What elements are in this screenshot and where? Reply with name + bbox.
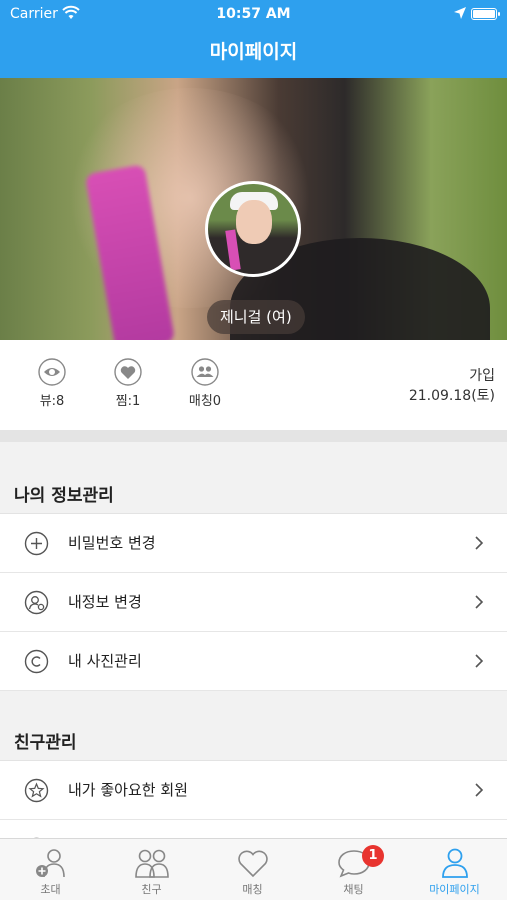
chevron-right-icon [475, 536, 484, 550]
location-arrow-icon [454, 7, 466, 19]
tab-invite[interactable]: 초대 [0, 839, 101, 900]
heart-icon [114, 358, 142, 386]
friends-icon [134, 849, 169, 878]
battery-icon [471, 8, 500, 20]
menu-item-photo-manage[interactable]: 내 사진관리 [0, 632, 507, 691]
chevron-right-icon [475, 595, 484, 609]
join-date: 21.09.18(토) [408, 388, 495, 404]
section-divider [0, 430, 507, 442]
stat-views: 뷰:8 [22, 358, 82, 409]
stat-likes: 찜:1 [98, 358, 158, 409]
chevron-right-icon [475, 783, 484, 797]
tab-bar: 초대 친구 매칭 채팅 1 마이페이지 [0, 838, 507, 900]
likes-count: 찜:1 [115, 394, 141, 409]
copyright-icon [24, 649, 49, 674]
stat-matches: 매칭0 [175, 358, 235, 409]
heart-icon [237, 850, 268, 878]
menu-item-label: 비밀번호 변경 [68, 534, 156, 552]
chat-unread-badge: 1 [362, 845, 384, 867]
star-circle-icon [24, 778, 49, 803]
menu-item-label: 내정보 변경 [68, 593, 142, 611]
eye-icon [38, 358, 66, 386]
menu-item-edit-profile[interactable]: 내정보 변경 [0, 573, 507, 632]
tab-label: 매칭 [242, 883, 263, 896]
my-info-menu: 비밀번호 변경 내정보 변경 내 사진관리 [0, 513, 507, 691]
section-title-my-info: 나의 정보관리 [14, 486, 114, 506]
tab-friends[interactable]: 친구 [101, 839, 202, 900]
join-info: 가입 21.09.18(토) [409, 366, 495, 406]
chevron-right-icon [475, 654, 484, 668]
tab-label: 친구 [141, 883, 162, 896]
section-title-friends: 친구관리 [14, 733, 77, 753]
menu-item-label: 내 사진관리 [68, 652, 142, 670]
tab-label: 마이페이지 [429, 883, 480, 896]
plus-circle-icon [24, 531, 49, 556]
page-title: 마이페이지 [209, 41, 298, 63]
menu-item-partial[interactable] [0, 820, 507, 840]
views-count: 뷰:8 [39, 394, 65, 409]
matches-count: 매칭0 [188, 394, 222, 409]
avatar[interactable] [205, 181, 301, 277]
tab-matching[interactable]: 매칭 [202, 839, 303, 900]
tab-chat[interactable]: 채팅 1 [303, 839, 404, 900]
user-settings-icon [24, 590, 49, 615]
tab-label: 초대 [40, 883, 61, 896]
tab-mypage[interactable]: 마이페이지 [404, 839, 505, 900]
add-user-icon [35, 849, 65, 878]
profile-cover: 제니걸 (여) [0, 78, 507, 340]
match-people-icon [191, 358, 219, 386]
clock: 10:57 AM [216, 6, 291, 22]
person-icon [441, 848, 468, 878]
menu-item-label: 내가 좋아요한 회원 [68, 781, 188, 799]
status-bar: Carrier 10:57 AM [0, 0, 507, 30]
friends-menu: 내가 좋아요한 회원 [0, 760, 507, 840]
profile-name: 제니걸 (여) [207, 300, 305, 334]
nav-bar: 마이페이지 [0, 30, 507, 78]
tab-label: 채팅 [343, 883, 364, 896]
menu-item-liked-members[interactable]: 내가 좋아요한 회원 [0, 761, 507, 820]
join-label: 가입 [469, 368, 495, 384]
menu-item-change-password[interactable]: 비밀번호 변경 [0, 514, 507, 573]
stats-row: 뷰:8 찜:1 매칭0 가입 21.09.18(토) [0, 340, 507, 430]
